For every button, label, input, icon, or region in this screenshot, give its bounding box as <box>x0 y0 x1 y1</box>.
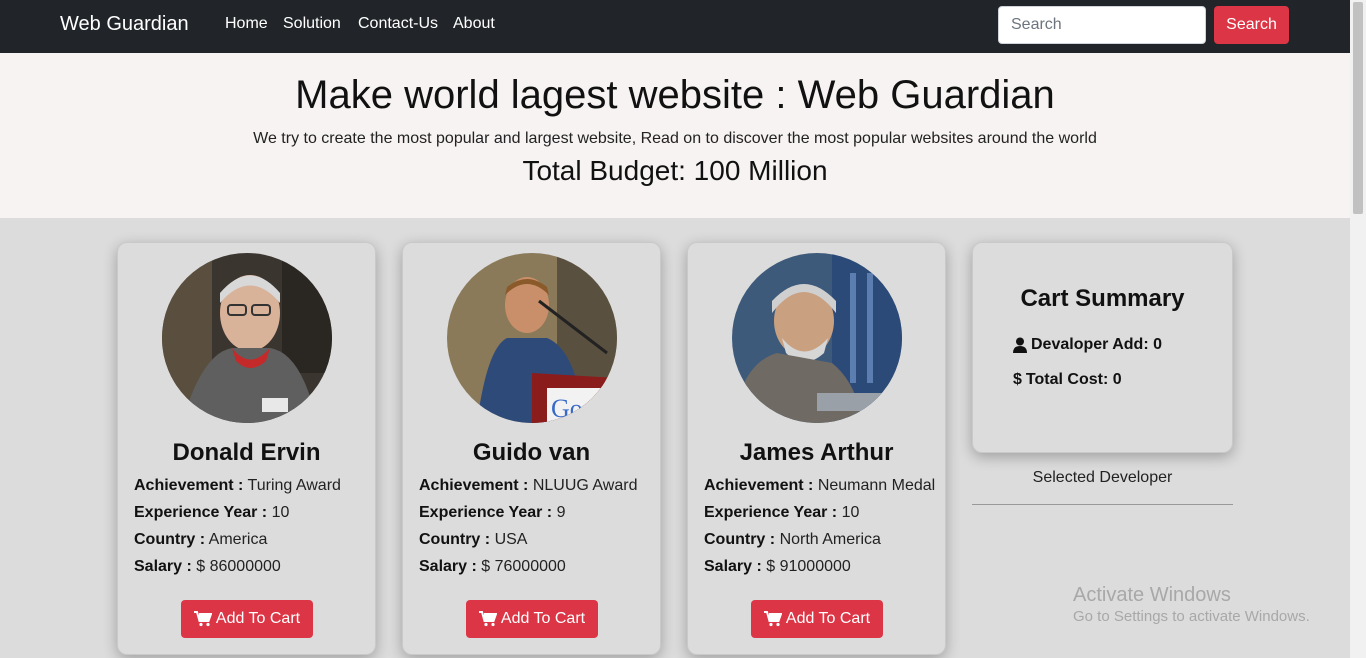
navbar: Web Guardian Home Solution Contact-Us Ab… <box>0 0 1350 53</box>
salary-value: $ 76000000 <box>481 558 566 575</box>
salary-row: Salary : $ 76000000 <box>419 558 566 576</box>
svg-text:Go: Go <box>551 394 583 423</box>
add-to-cart-label: Add To Cart <box>500 610 586 627</box>
achievement-row: Achievement : Neumann Medal <box>704 477 935 495</box>
achievement-value: Neumann Medal <box>817 477 936 494</box>
nav-link-solution[interactable]: Solution <box>283 15 341 33</box>
hero-subtitle: We try to create the most popular and la… <box>253 130 1097 147</box>
selected-developer-heading: Selected Developer <box>1032 469 1173 486</box>
divider <box>972 504 1233 505</box>
country-value: America <box>208 531 268 548</box>
experience-label: Experience Year : <box>134 504 268 521</box>
hero-banner: Make world lagest website : Web Guardian… <box>0 53 1350 218</box>
achievement-row: Achievement : NLUUG Award <box>419 477 637 495</box>
developer-card: James Arthur Achievement : Neumann Medal… <box>687 242 946 655</box>
dollar-icon: $ <box>1013 371 1022 388</box>
add-to-cart-label: Add To Cart <box>785 610 871 627</box>
search-input[interactable] <box>998 6 1206 44</box>
nav-link-contact-us[interactable]: Contact-Us <box>358 15 438 33</box>
developer-photo: Go <box>447 253 617 423</box>
achievement-row: Achievement : Turing Award <box>134 477 341 495</box>
salary-row: Salary : $ 86000000 <box>134 558 281 576</box>
add-to-cart-button[interactable]: Add To Cart <box>466 600 598 638</box>
salary-value: $ 86000000 <box>196 558 281 575</box>
shopping-cart-icon <box>193 611 212 627</box>
achievement-value: NLUUG Award <box>532 477 638 494</box>
total-cost: $ Total Cost: 0 <box>1013 371 1122 389</box>
developer-card: Go Guido van Achievement : NLUUG Award E… <box>402 242 661 655</box>
scrollbar-thumb[interactable] <box>1353 2 1363 214</box>
salary-label: Salary : <box>134 558 192 575</box>
experience-label: Experience Year : <box>419 504 553 521</box>
experience-value: 10 <box>841 504 860 521</box>
experience-label: Experience Year : <box>704 504 838 521</box>
developer-card: Donald Ervin Achievement : Turing Award … <box>117 242 376 655</box>
achievement-value: Turing Award <box>247 477 341 494</box>
salary-label: Salary : <box>704 558 762 575</box>
shopping-cart-icon <box>763 611 782 627</box>
total-cost-text: Total Cost: 0 <box>1025 371 1122 388</box>
country-row: Country : North America <box>704 531 881 549</box>
experience-row: Experience Year : 10 <box>704 504 859 522</box>
country-label: Country : <box>419 531 491 548</box>
add-to-cart-label: Add To Cart <box>215 610 301 627</box>
country-row: Country : America <box>134 531 267 549</box>
salary-label: Salary : <box>419 558 477 575</box>
salary-value: $ 91000000 <box>766 558 851 575</box>
country-value: USA <box>494 531 528 548</box>
developer-photo <box>162 253 332 423</box>
developer-count: Devaloper Add: 0 <box>1013 336 1162 354</box>
experience-value: 10 <box>271 504 290 521</box>
brand-logo[interactable]: Web Guardian <box>60 13 189 36</box>
user-icon <box>1013 337 1027 353</box>
page-title: Make world lagest website : Web Guardian <box>295 73 1055 117</box>
achievement-label: Achievement : <box>134 477 244 494</box>
activate-windows-subtitle: Go to Settings to activate Windows. <box>1073 608 1310 625</box>
country-value: North America <box>779 531 881 548</box>
experience-row: Experience Year : 9 <box>419 504 565 522</box>
developer-name: Donald Ervin <box>172 439 321 466</box>
developer-name: James Arthur <box>739 439 894 466</box>
nav-link-about[interactable]: About <box>453 15 495 33</box>
developer-photo <box>732 253 902 423</box>
experience-row: Experience Year : 10 <box>134 504 289 522</box>
cart-summary-title: Cart Summary <box>1020 285 1185 312</box>
cart-summary-card: Cart Summary Devaloper Add: 0 $ Total Co… <box>972 242 1233 453</box>
add-to-cart-button[interactable]: Add To Cart <box>751 600 883 638</box>
search-button[interactable]: Search <box>1214 6 1289 44</box>
achievement-label: Achievement : <box>704 477 814 494</box>
shopping-cart-icon <box>478 611 497 627</box>
country-row: Country : USA <box>419 531 527 549</box>
nav-link-home[interactable]: Home <box>225 15 268 33</box>
achievement-label: Achievement : <box>419 477 529 494</box>
developer-name: Guido van <box>472 439 591 466</box>
country-label: Country : <box>134 531 206 548</box>
salary-row: Salary : $ 91000000 <box>704 558 851 576</box>
add-to-cart-button[interactable]: Add To Cart <box>181 600 313 638</box>
developer-count-text: Devaloper Add: 0 <box>1031 336 1162 353</box>
vertical-scrollbar[interactable] <box>1350 0 1366 658</box>
country-label: Country : <box>704 531 776 548</box>
experience-value: 9 <box>556 504 566 521</box>
activate-windows-title: Activate Windows <box>1073 584 1231 606</box>
total-budget: Total Budget: 100 Million <box>522 155 828 186</box>
